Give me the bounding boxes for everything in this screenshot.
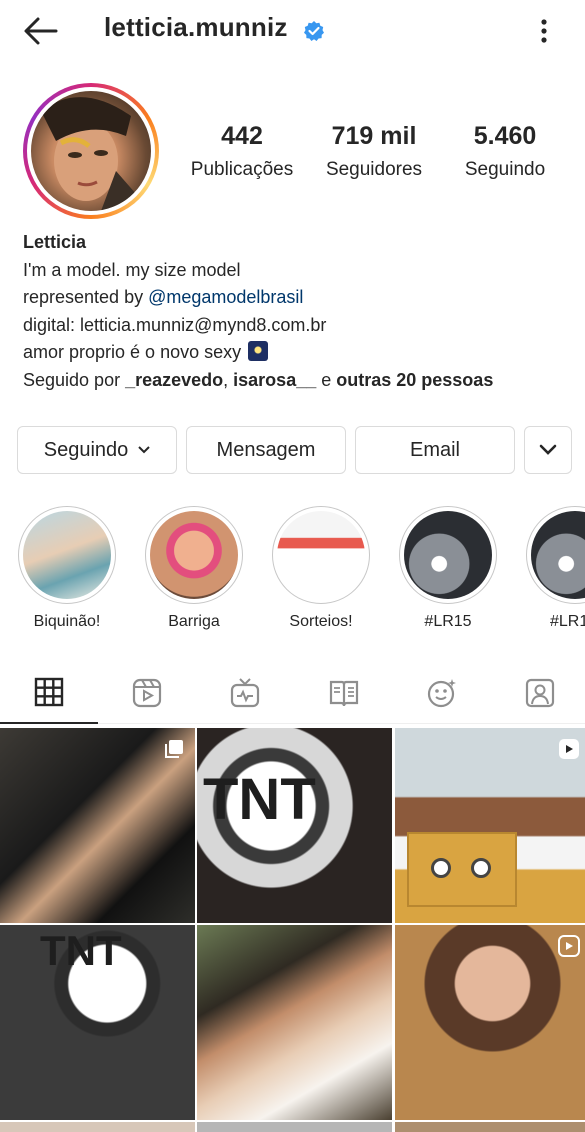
posts-count-value: 442: [221, 122, 263, 150]
highlight-ring[interactable]: [145, 506, 243, 604]
followed-by-and: e: [316, 369, 337, 390]
bio-line-4-text: amor proprio é o novo sexy: [23, 342, 242, 362]
highlight-cover-image: [531, 511, 585, 599]
followed-by-separator: ,: [223, 369, 234, 390]
following-button[interactable]: Seguindo: [17, 426, 177, 474]
highlight-cover-image: [150, 511, 238, 599]
chevron-down-icon: [539, 444, 557, 455]
arrow-left-icon[interactable]: [22, 16, 58, 46]
following-button-label: Seguindo: [43, 438, 129, 461]
followers-count-label: Seguidores: [325, 159, 423, 180]
followed-by-user-1[interactable]: _reazevedo: [125, 370, 223, 390]
highlight-ring[interactable]: [272, 506, 370, 604]
highlight-ring[interactable]: [18, 506, 116, 604]
more-vertical-icon[interactable]: [532, 16, 556, 46]
highlight-ring[interactable]: [526, 506, 585, 604]
highlight-label: #LR1: [550, 613, 585, 630]
tab-reels[interactable]: [98, 662, 196, 724]
profile-bio: Letticia I'm a model. my size model repr…: [23, 229, 573, 394]
posts-count-label: Publicações: [190, 159, 294, 180]
post-tnt-logo-text: TNT: [40, 927, 122, 974]
highlight-cover-image: [404, 511, 492, 599]
top-bar: letticia.munniz: [0, 0, 585, 62]
post-thumbnail[interactable]: [0, 728, 195, 923]
avatar-face-image: [41, 97, 151, 211]
highlight-item[interactable]: Sorteios!: [272, 506, 372, 631]
tab-igtv[interactable]: [196, 662, 294, 724]
post-thumbnail[interactable]: TNT: [0, 925, 195, 1120]
bio-line-4: amor proprio é o novo sexy: [23, 339, 573, 367]
profile-avatar-ring[interactable]: [23, 83, 159, 219]
verified-badge-icon: [304, 21, 324, 41]
post-thumbnail[interactable]: [395, 728, 585, 923]
highlight-label: #LR15: [424, 613, 472, 630]
bio-line-2: represented by @megamodelbrasil: [23, 284, 573, 312]
suggested-accounts-button[interactable]: [524, 426, 572, 474]
highlight-cover-image: [277, 511, 365, 599]
bio-mention-link[interactable]: @megamodelbrasil: [148, 287, 303, 307]
post-thumbnail[interactable]: [0, 1122, 195, 1132]
post-cat-box-image: [407, 832, 517, 907]
grid-icon: [34, 677, 64, 707]
igtv-icon: [230, 678, 260, 708]
highlight-item[interactable]: Barriga: [145, 506, 245, 631]
bio-line-3: digital: letticia.munniz@mynd8.com.br: [23, 314, 327, 335]
highlight-label: Sorteios!: [289, 613, 353, 630]
followed-by-prefix: Seguido por: [23, 369, 126, 390]
bio-line-2-text: represented by: [23, 287, 149, 307]
highlight-label: Biquinão!: [33, 613, 101, 630]
email-button-label: Email: [409, 438, 460, 461]
reels-icon: [559, 739, 579, 759]
reels-icon: [558, 935, 580, 957]
profile-display-name: Letticia: [23, 232, 87, 252]
highlight-item[interactable]: Biquinão!: [18, 506, 118, 631]
followed-by-user-2[interactable]: isarosa__: [233, 370, 316, 390]
tagged-icon: [525, 678, 555, 708]
chevron-down-icon: [138, 446, 150, 454]
post-thumbnail[interactable]: [395, 1122, 585, 1132]
profile-username: letticia.munniz: [104, 12, 288, 42]
email-button[interactable]: Email: [355, 426, 515, 474]
message-button-label: Mensagem: [216, 438, 316, 461]
highlight-item[interactable]: #LR1: [526, 506, 585, 631]
post-thumbnail[interactable]: TNT: [197, 728, 392, 923]
followers-count-value: 719 mil: [331, 122, 417, 150]
followers-count[interactable]: 719 mil Seguidores: [316, 122, 432, 181]
tab-effects[interactable]: [393, 662, 491, 724]
posts-count[interactable]: 442 Publicações: [182, 122, 302, 181]
post-thumbnail[interactable]: [395, 925, 585, 1120]
following-count-label: Seguindo: [464, 159, 546, 180]
profile-avatar[interactable]: [27, 87, 155, 215]
followed-by-others[interactable]: outras 20 pessoas: [336, 370, 493, 390]
reels-icon: [132, 678, 162, 708]
highlight-label: Barriga: [168, 613, 220, 630]
tab-posts-grid[interactable]: [0, 662, 98, 724]
post-tnt-logo-text: TNT: [203, 767, 316, 832]
sparkles-night-icon: [248, 341, 269, 361]
followed-by[interactable]: Seguido por _reazevedo, isarosa__ e outr…: [23, 367, 573, 395]
post-cat-eye-right: [471, 858, 491, 878]
tab-tagged[interactable]: [491, 662, 585, 724]
bio-line-1: I'm a model. my size model: [23, 259, 241, 280]
following-count-value: 5.460: [473, 122, 537, 150]
message-button[interactable]: Mensagem: [186, 426, 346, 474]
post-thumbnail[interactable]: [197, 1122, 392, 1132]
highlight-item[interactable]: #LR15: [399, 506, 499, 631]
guides-icon: [329, 680, 359, 707]
tab-guides[interactable]: [295, 662, 393, 724]
post-thumbnail[interactable]: [197, 925, 392, 1120]
carousel-icon: [165, 740, 183, 758]
effects-icon: [427, 679, 456, 708]
post-cat-eye-left: [431, 858, 451, 878]
highlight-cover-image: [23, 511, 111, 599]
profile-tabs: [0, 662, 585, 724]
following-count[interactable]: 5.460 Seguindo: [450, 122, 560, 181]
highlight-ring[interactable]: [399, 506, 497, 604]
